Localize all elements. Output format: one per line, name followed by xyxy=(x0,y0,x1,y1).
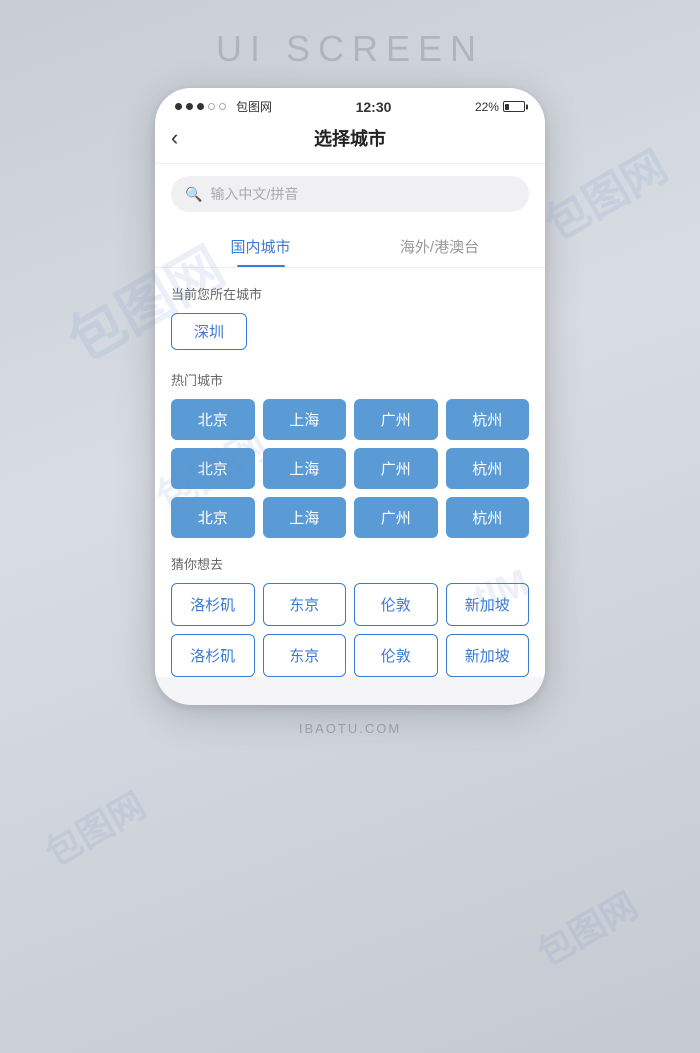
hot-city-btn-2-3[interactable]: 杭州 xyxy=(446,497,530,538)
hot-city-btn-2-1[interactable]: 上海 xyxy=(263,497,347,538)
hot-city-btn-0-2[interactable]: 广州 xyxy=(354,399,438,440)
search-bar-wrap: 🔍 输入中文/拼音 xyxy=(155,164,545,224)
back-button[interactable]: ‹ xyxy=(171,125,178,151)
guess-city-btn-0-1[interactable]: 东京 xyxy=(263,583,347,626)
content-area: 当前您所在城市 深圳 热门城市 北京 上海 广州 杭州 北京 上海 广州 杭州 … xyxy=(155,268,545,677)
hot-city-btn-1-0[interactable]: 北京 xyxy=(171,448,255,489)
hot-city-btn-2-2[interactable]: 广州 xyxy=(354,497,438,538)
hot-city-btn-0-3[interactable]: 杭州 xyxy=(446,399,530,440)
signal-dot-5 xyxy=(219,103,226,110)
page-title: UI SCREEN xyxy=(216,28,484,70)
signal-dot-3 xyxy=(197,103,204,110)
search-placeholder: 输入中文/拼音 xyxy=(210,184,298,204)
battery-body xyxy=(503,101,525,112)
status-time: 12:30 xyxy=(356,99,392,115)
bottom-label: IBAOTU.COM xyxy=(299,721,401,736)
hot-city-row-2: 北京 上海 广州 杭州 xyxy=(171,448,529,489)
hot-city-btn-1-3[interactable]: 杭州 xyxy=(446,448,530,489)
signal-dot-4 xyxy=(208,103,215,110)
guess-cities-section: 猜你想去 洛杉矶 东京 伦敦 新加坡 洛杉矶 东京 伦敦 新加坡 xyxy=(171,554,529,677)
search-icon: 🔍 xyxy=(185,186,202,203)
hot-city-btn-0-0[interactable]: 北京 xyxy=(171,399,255,440)
current-city-section: 当前您所在城市 深圳 xyxy=(171,284,529,350)
hot-city-row-3: 北京 上海 广州 杭州 xyxy=(171,497,529,538)
hot-city-btn-1-2[interactable]: 广州 xyxy=(354,448,438,489)
tab-overseas[interactable]: 海外/港澳台 xyxy=(350,224,529,267)
guess-city-btn-1-2[interactable]: 伦敦 xyxy=(354,634,438,677)
tab-domestic[interactable]: 国内城市 xyxy=(171,224,350,267)
hot-cities-section: 热门城市 北京 上海 广州 杭州 北京 上海 广州 杭州 北京 上海 广州 杭州 xyxy=(171,370,529,538)
signal-dot-2 xyxy=(186,103,193,110)
signal-dot-1 xyxy=(175,103,182,110)
hot-city-btn-1-1[interactable]: 上海 xyxy=(263,448,347,489)
nav-bar: ‹ 选择城市 xyxy=(155,119,545,164)
guess-city-btn-1-1[interactable]: 东京 xyxy=(263,634,347,677)
nav-title: 选择城市 xyxy=(314,125,386,151)
watermark-4: 包图网 xyxy=(34,777,154,876)
hot-cities-label: 热门城市 xyxy=(171,370,529,389)
watermark-5: 包图网 xyxy=(526,877,646,976)
guess-city-row-1: 洛杉矶 东京 伦敦 新加坡 xyxy=(171,583,529,626)
current-city-label: 当前您所在城市 xyxy=(171,284,529,303)
battery-fill xyxy=(505,104,509,110)
hot-city-btn-0-1[interactable]: 上海 xyxy=(263,399,347,440)
guess-cities-label: 猜你想去 xyxy=(171,554,529,573)
hot-city-row-1: 北京 上海 广州 杭州 xyxy=(171,399,529,440)
status-bar: 包图网 12:30 22% xyxy=(155,88,545,119)
carrier-label: 包图网 xyxy=(236,98,272,115)
guess-city-btn-0-2[interactable]: 伦敦 xyxy=(354,583,438,626)
battery-pct-label: 22% xyxy=(475,100,499,114)
status-left: 包图网 xyxy=(175,98,272,115)
guess-city-btn-0-0[interactable]: 洛杉矶 xyxy=(171,583,255,626)
search-bar[interactable]: 🔍 输入中文/拼音 xyxy=(171,176,529,212)
guess-city-btn-1-0[interactable]: 洛杉矶 xyxy=(171,634,255,677)
current-city-button[interactable]: 深圳 xyxy=(171,313,247,350)
battery-icon xyxy=(503,101,525,112)
hot-city-btn-2-0[interactable]: 北京 xyxy=(171,497,255,538)
guess-city-btn-1-3[interactable]: 新加坡 xyxy=(446,634,530,677)
phone-frame: 包图网 12:30 22% ‹ 选择城市 🔍 输入中文/拼音 国内城市 海外/港… xyxy=(155,88,545,705)
guess-city-row-2: 洛杉矶 东京 伦敦 新加坡 xyxy=(171,634,529,677)
watermark-3: 包图网 xyxy=(531,131,677,252)
guess-city-btn-0-3[interactable]: 新加坡 xyxy=(446,583,530,626)
status-right: 22% xyxy=(475,100,525,114)
tabs: 国内城市 海外/港澳台 xyxy=(155,224,545,268)
